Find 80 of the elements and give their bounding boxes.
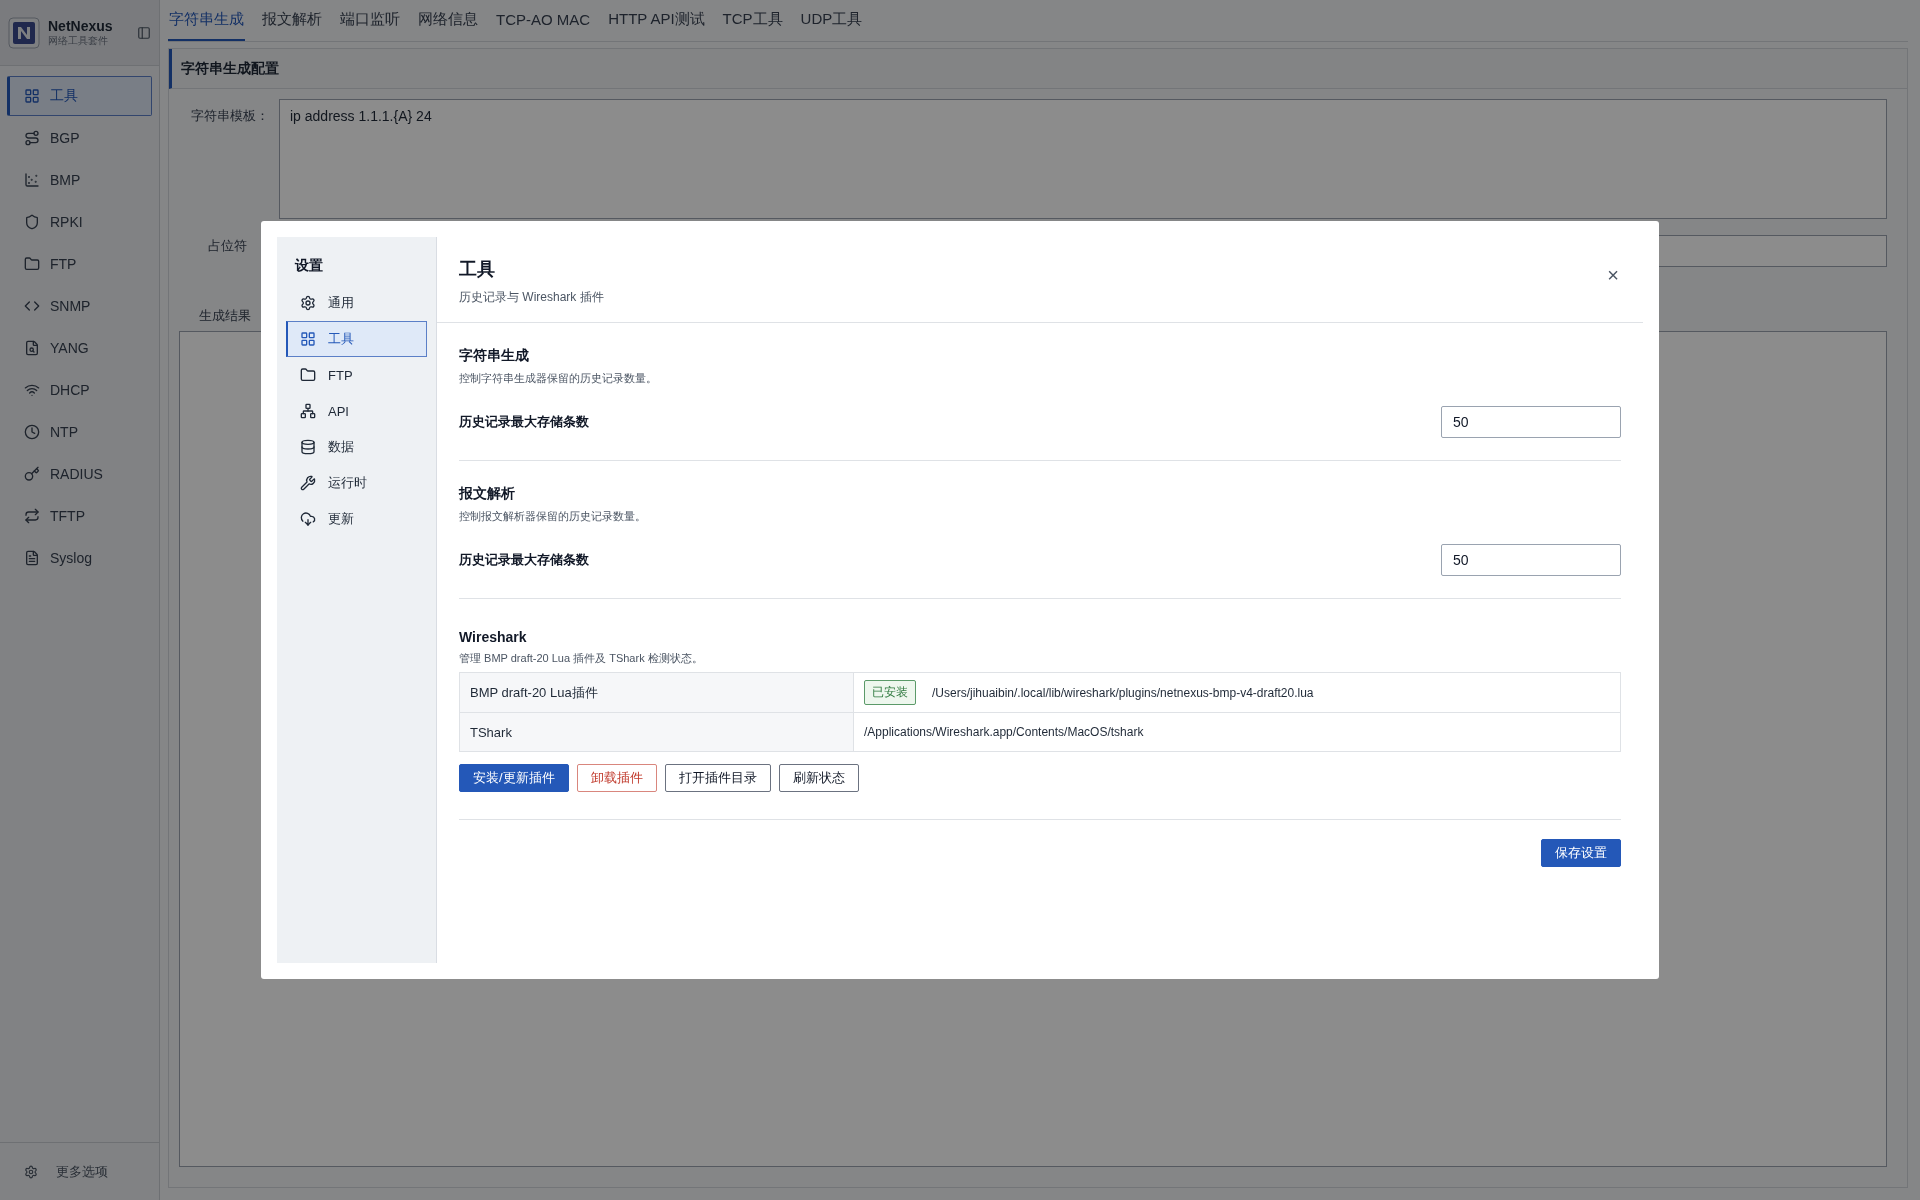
wifi-icon [24,382,40,398]
nav-title: 设置 [293,257,324,275]
key-icon [24,466,40,482]
number-input[interactable]: 50 [1441,544,1621,576]
code-icon [24,298,40,314]
field-label: 字符串模板： [190,107,269,125]
field-label: 历史记录最大存储条数 [459,551,589,569]
sidebar-item[interactable]: RPKI [7,202,152,242]
sidebar-item[interactable]: 工具 [7,76,152,116]
sidebar-item[interactable]: NTP [7,412,152,452]
clock-icon [24,424,40,440]
collapse-sidebar-icon[interactable] [137,25,151,40]
section-title: Wireshark [459,629,528,645]
tab[interactable]: UDP工具 [799,0,864,41]
field-label: 生成结果 [199,308,251,323]
document-icon [24,550,40,566]
settings-nav-item[interactable]: 运行时 [286,465,427,501]
tab[interactable]: HTTP API测试 [607,0,706,41]
tab[interactable]: 端口监听 [339,0,401,41]
grid-icon [300,331,316,347]
app-name: NetNexus [48,17,114,34]
settings-icon [300,295,316,311]
sidebar-item[interactable]: SNMP [7,286,152,326]
grid-icon [24,88,40,104]
sidebar-item[interactable]: Syslog [7,538,152,578]
sidebar-item[interactable]: RADIUS [7,454,152,494]
dialog-subtitle: 历史记录与 Wireshark 插件 [459,289,604,306]
number-input[interactable]: 50 [1441,406,1621,438]
more-options-button[interactable]: 更多选项 [0,1142,159,1200]
action-button[interactable]: 刷新状态 [778,764,859,792]
settings-icon [24,1164,38,1179]
settings-nav-item[interactable]: 更新 [286,501,427,537]
tab[interactable]: 网络信息 [417,0,479,41]
settings-nav-item[interactable]: FTP [286,357,427,393]
chart-icon [24,172,40,188]
action-button[interactable]: 打开插件目录 [664,764,771,792]
settings-nav-item[interactable]: 工具 [286,321,427,357]
sidebar-item[interactable]: BGP [7,118,152,158]
section-title: 报文解析 [459,485,516,503]
table-cell: TShark [460,712,854,751]
sidebar-item[interactable]: BMP [7,160,152,200]
wrench-icon [300,475,316,491]
settings-nav-item[interactable]: 数据 [286,429,427,465]
table-cell: BMP draft-20 Lua插件 [460,673,854,712]
sidebar-item[interactable]: FTP [7,244,152,284]
action-button[interactable]: 安装/更新插件 [459,764,569,792]
repeat-icon [24,508,40,524]
section-description: 管理 BMP draft-20 Lua 插件及 TShark 检测状态。 [459,651,704,666]
dialog-title: 工具 [459,258,496,281]
sidebar-item[interactable]: DHCP [7,370,152,410]
file-search-icon [24,340,40,356]
section-title: 字符串生成 [459,347,530,365]
logo-icon [8,16,40,49]
sidebar-item[interactable]: YANG [7,328,152,368]
close-button[interactable]: × [1603,265,1623,285]
field-label: 占位符 [207,237,248,255]
field-label: 历史记录最大存储条数 [459,413,589,431]
tab[interactable]: TCP-AO MAC [495,0,592,41]
database-icon [300,439,316,455]
network-icon [300,403,316,419]
cloud-download-icon [300,511,316,527]
route-icon [24,130,40,146]
card-title: 字符串生成配置 [169,49,1907,89]
section-description: 控制字符串生成器保留的历史记录数量。 [459,371,658,386]
path-text: /Users/jihuaibin/.local/lib/wireshark/plugins/netnexus-bmp-v4-draft20.lua [932,685,1314,700]
settings-nav-item[interactable]: 通用 [286,285,427,321]
sidebar-item[interactable]: TFTP [7,496,152,536]
tab[interactable]: 字符串生成 [168,0,245,41]
section-description: 控制报文解析器保留的历史记录数量。 [459,509,647,524]
tab[interactable]: 报文解析 [261,0,323,41]
path-text: /Applications/Wireshark.app/Contents/MacOS/tshark [864,725,1144,739]
action-button[interactable]: 卸载插件 [576,764,657,792]
shield-icon [24,214,40,230]
folder-icon [24,256,40,272]
tab[interactable]: TCP工具 [721,0,784,41]
save-button[interactable]: 保存设置 [1541,839,1621,867]
status-badge: 已安装 [864,680,916,705]
template-field[interactable]: ip address 1.1.1.{A} 24 [279,99,1887,219]
settings-nav-item[interactable]: API [286,393,427,429]
folder-icon [300,367,316,383]
